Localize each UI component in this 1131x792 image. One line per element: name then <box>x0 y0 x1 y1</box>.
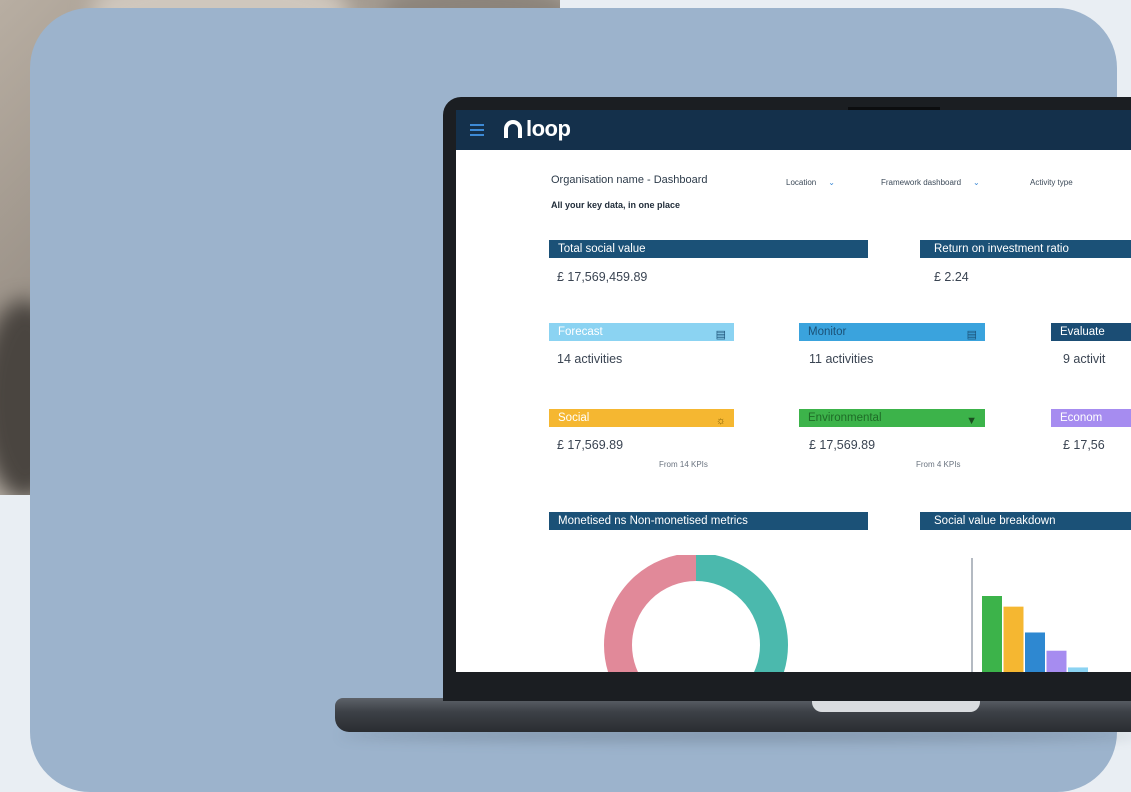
social-label: Social <box>558 412 590 424</box>
filter-label: Location <box>786 178 817 187</box>
dashboard-screen: loop Organisation name - Dashboard All y… <box>456 110 1131 672</box>
evaluate-value: 9 activit <box>1063 352 1106 366</box>
roi-value: £ 2.24 <box>934 270 969 284</box>
monitor-icon: ▤ <box>966 329 977 341</box>
total-social-value-header: Total social value <box>549 240 868 258</box>
roi-header: Return on investment ratio <box>920 240 1131 258</box>
monitor-label: Monitor <box>808 326 847 338</box>
environmental-label: Environmental <box>808 412 882 424</box>
app-logo[interactable]: loop <box>504 116 571 142</box>
bar-1 <box>1003 606 1024 672</box>
filter-label: Framework dashboard <box>881 178 962 187</box>
environmental-value: £ 17,569.89 <box>809 438 876 452</box>
hamburger-menu-icon[interactable] <box>470 121 484 137</box>
laptop-base <box>335 698 1131 732</box>
bar-3 <box>1046 650 1067 672</box>
social-icon: ☼ <box>715 415 726 427</box>
social-kpi-note: From 14 KPIs <box>659 460 708 469</box>
donut-slice <box>695 555 788 672</box>
social-header: Social ☼ <box>549 409 734 427</box>
top-bar: loop <box>456 110 1131 150</box>
monetised-header: Monetised ns Non-monetised metrics <box>549 512 868 530</box>
framework-filter[interactable]: Framework dashboard ⌄ <box>881 178 980 187</box>
chevron-down-icon: ⌄ <box>828 178 835 187</box>
monitor-value: 11 activities <box>809 352 874 366</box>
breakdown-header: Social value breakdown <box>920 512 1131 530</box>
bar-4 <box>1068 667 1088 672</box>
activity-type-filter[interactable]: Activity type <box>1030 178 1073 187</box>
monetised-donut-chart <box>604 555 788 672</box>
environmental-kpi-note: From 4 KPIs <box>916 460 961 469</box>
forecast-header: Forecast ▤ <box>549 323 734 341</box>
filter-label: Activity type <box>1030 178 1073 187</box>
page-subtitle: All your key data, in one place <box>551 200 681 210</box>
environmental-icon: ▼ <box>966 415 977 427</box>
laptop-lid-notch <box>812 700 980 712</box>
total-social-value: £ 17,569,459.89 <box>557 270 648 284</box>
page-title: Organisation name - Dashboard <box>551 174 708 186</box>
social-value: £ 17,569.89 <box>557 438 624 452</box>
breakdown-bar-chart <box>971 558 1088 672</box>
economic-header: Econom <box>1051 409 1131 427</box>
location-filter[interactable]: Location ⌄ <box>786 178 835 187</box>
monitor-header: Monitor ▤ <box>799 323 985 341</box>
bar-2 <box>1025 632 1045 672</box>
loop-logo-icon <box>504 120 522 138</box>
chevron-down-icon: ⌄ <box>973 178 980 187</box>
environmental-header: Environmental ▼ <box>799 409 985 427</box>
forecast-label: Forecast <box>558 326 603 338</box>
forecast-icon: ▤ <box>715 329 726 341</box>
bar-0 <box>982 596 1002 672</box>
donut-slice <box>604 555 697 672</box>
economic-value: £ 17,56 <box>1063 438 1105 452</box>
logo-text: loop <box>526 116 571 141</box>
forecast-value: 14 activities <box>557 352 623 366</box>
evaluate-header: Evaluate <box>1051 323 1131 341</box>
